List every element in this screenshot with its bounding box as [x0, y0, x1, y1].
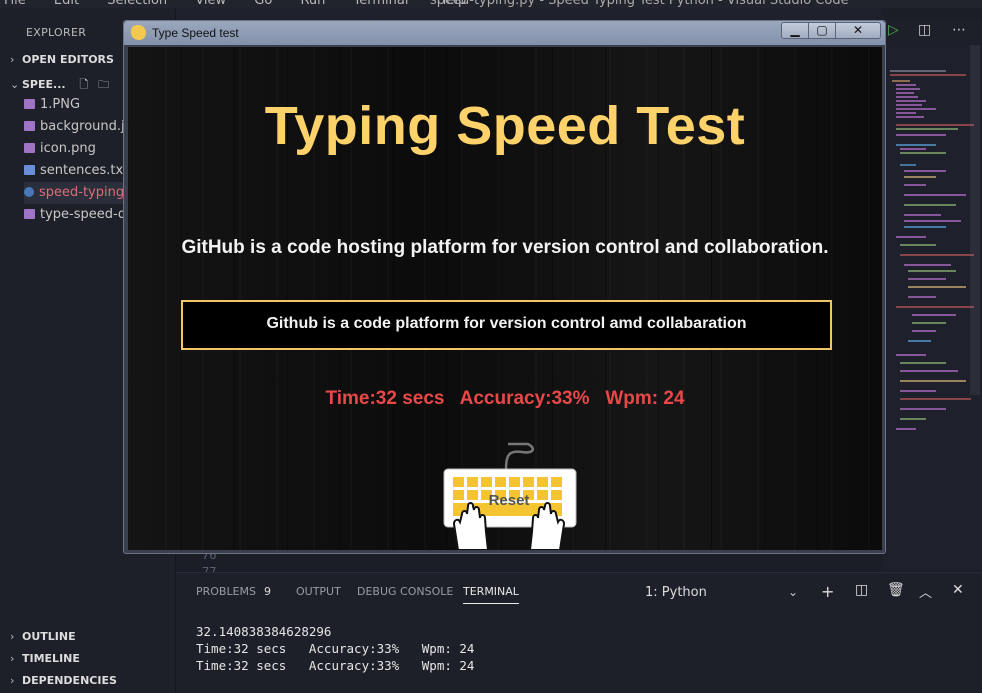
open-editors-section[interactable]: › OPEN EDITORS — [10, 53, 114, 66]
terminal-line: 32.140838384628296 — [196, 624, 332, 639]
minimap-code — [890, 70, 974, 430]
pygame-window-title: Type Speed test — [152, 26, 239, 40]
chevron-right-icon: › — [10, 630, 15, 643]
tab-output[interactable]: OUTPUT — [296, 585, 341, 598]
maximize-button[interactable]: ▢ — [809, 23, 836, 38]
timeline-label: TIMELINE — [22, 652, 80, 665]
new-file-icon[interactable]: 🗋 — [79, 78, 88, 91]
menu-selection[interactable]: Selection — [107, 0, 167, 8]
menu-edit[interactable]: Edit — [54, 0, 79, 8]
outline-section[interactable]: › OUTLINE — [10, 630, 76, 643]
image-file-icon — [24, 209, 35, 219]
menu-view[interactable]: View — [195, 0, 226, 8]
run-icon[interactable]: ▷ — [888, 22, 899, 38]
game-canvas[interactable]: Typing Speed Test GitHub is a code hosti… — [128, 47, 882, 550]
tab-problems-label: PROBLEMS — [196, 585, 257, 598]
chevron-right-icon: › — [10, 53, 15, 66]
tab-debug-console[interactable]: DEBUG CONSOLE — [357, 585, 453, 598]
problems-count-badge: 9 — [264, 585, 272, 598]
split-editor-icon[interactable]: ◫ — [918, 22, 931, 38]
timeline-section[interactable]: › TIMELINE — [10, 652, 80, 665]
bottom-panel: PROBLEMS 9 OUTPUT DEBUG CONSOLE TERMINAL … — [176, 572, 982, 693]
trash-icon[interactable]: 🗑 — [887, 582, 905, 598]
dependencies-section[interactable]: › DEPENDENCIES — [10, 674, 117, 687]
new-folder-icon[interactable]: 🗀 — [98, 78, 109, 91]
split-terminal-icon[interactable]: ◫ — [855, 582, 868, 598]
image-file-icon — [24, 143, 35, 153]
close-button[interactable]: ✕ — [836, 23, 880, 38]
results-text: Time:32 secs Accuracy:33% Wpm: 24 — [325, 388, 685, 409]
menu-go[interactable]: Go — [254, 0, 272, 8]
terminal-line: Time:32 secs Accuracy:33% Wpm: 24 — [196, 641, 475, 656]
project-folder-label: SPEE... — [22, 78, 66, 91]
file-name: sentences.txt — [40, 163, 129, 178]
dependencies-label: DEPENDENCIES — [22, 674, 117, 687]
terminal-select[interactable]: 1: Python — [645, 585, 707, 600]
vscode-window-title: speed-typing.py - Speed Typing Test Pyth… — [430, 0, 849, 8]
pygame-snake-icon — [131, 25, 146, 40]
game-title: Typing Speed Test — [264, 96, 746, 156]
pygame-window: Type Speed test ▁ ▢ ✕ Typing Speed Test … — [123, 20, 886, 554]
typing-input-box[interactable]: Github is a code platform for version co… — [181, 300, 832, 350]
minimap — [882, 45, 982, 570]
project-folder-section[interactable]: ⌄ SPEE... 🗋 🗀 — [10, 76, 109, 95]
reset-button[interactable]: Reset — [438, 440, 577, 550]
image-file-icon — [24, 121, 35, 131]
menu-file[interactable]: File — [4, 0, 26, 8]
python-file-icon — [24, 187, 34, 197]
chevron-down-icon: ⌄ — [10, 78, 20, 91]
outline-label: OUTLINE — [22, 630, 76, 643]
explorer-title: EXPLORER — [26, 26, 87, 39]
image-file-icon — [24, 99, 35, 109]
tab-terminal[interactable]: TERMINAL — [463, 585, 519, 604]
terminal-line: Time:32 secs Accuracy:33% Wpm: 24 — [196, 658, 475, 673]
file-name: 1.PNG — [40, 97, 81, 112]
menu-run[interactable]: Run — [300, 0, 325, 8]
pygame-titlebar[interactable]: Type Speed test ▁ ▢ ✕ — [124, 21, 885, 45]
typed-text: Github is a code platform for version co… — [266, 315, 747, 332]
reset-label: Reset — [488, 492, 530, 509]
plus-icon[interactable]: + — [821, 582, 834, 601]
chevron-right-icon: › — [10, 674, 15, 687]
target-sentence: GitHub is a code hosting platform for ve… — [181, 237, 829, 258]
vscode-menubar: File Edit Selection View Go Run Terminal… — [0, 0, 982, 8]
editor-actions: ▷ ◫ ⋯ — [886, 20, 982, 44]
window-controls: ▁ ▢ ✕ — [781, 22, 881, 39]
editor-scrollbar[interactable] — [970, 45, 980, 395]
terminal-output[interactable]: 32.140838384628296 Time:32 secs Accuracy:… — [196, 623, 474, 674]
menu-terminal[interactable]: Terminal — [354, 0, 409, 8]
chevron-right-icon: › — [10, 652, 15, 665]
open-editors-label: OPEN EDITORS — [22, 53, 114, 66]
more-actions-icon[interactable]: ⋯ — [952, 22, 966, 38]
chevron-up-icon[interactable]: ︿ — [919, 582, 932, 601]
close-icon[interactable]: ✕ — [952, 582, 964, 598]
text-file-icon — [24, 165, 35, 175]
file-name: icon.png — [40, 141, 96, 156]
menu-items: File Edit Selection View Go Run Terminal… — [4, 0, 490, 8]
tab-problems[interactable]: PROBLEMS 9 — [196, 585, 271, 598]
chevron-down-icon[interactable]: ⌄ — [788, 585, 798, 599]
minimize-button[interactable]: ▁ — [782, 23, 809, 38]
